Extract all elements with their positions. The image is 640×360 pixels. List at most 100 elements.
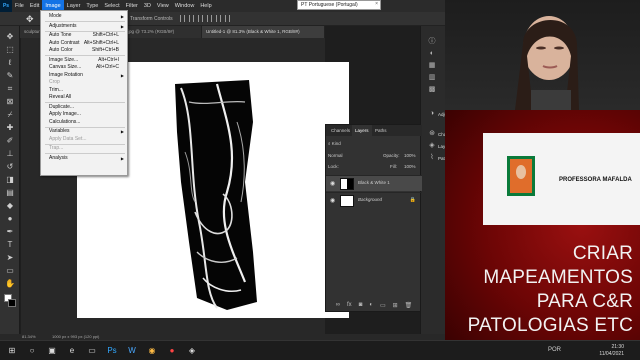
menu-item-auto-tone[interactable]: Auto Tone Shift+Ctrl+L [49, 32, 125, 39]
menu-item-variables[interactable]: Variables ▶ [49, 128, 125, 135]
zoom-level[interactable]: 81.34% [22, 334, 36, 339]
menu-item-canvas-size[interactable]: Canvas Size... Alt+Ctrl+C [49, 64, 125, 71]
adjustment-layer-icon[interactable]: ◐ [369, 302, 373, 308]
filter-kind-select[interactable]: Kind [332, 141, 341, 146]
marquee-icon[interactable]: ⬚ [5, 45, 15, 55]
channels-icon[interactable]: ⊛ [428, 130, 436, 138]
menu-item-auto-contrast[interactable]: Auto Contrast Alt+Shift+Ctrl+L [49, 40, 125, 47]
visibility-eye-icon[interactable]: ◉ [330, 180, 335, 187]
photoshop-taskbar-icon[interactable]: Ps [106, 345, 118, 357]
clone-stamp-icon[interactable]: ⊥ [5, 149, 15, 159]
group-icon[interactable]: ▭ [380, 302, 386, 309]
search-icon[interactable]: ○ [26, 345, 38, 357]
add-mask-icon[interactable]: ◙ [359, 302, 363, 308]
menu-item-trim[interactable]: Trim... [49, 87, 125, 94]
move-tool-icon[interactable]: ✥ [26, 14, 34, 25]
edge-icon[interactable]: e [66, 345, 78, 357]
menu-item-reveal-all[interactable]: Reveal All [49, 94, 125, 101]
link-layers-icon[interactable]: ∞ [336, 302, 340, 308]
paths-icon[interactable]: ⌇ [428, 154, 436, 162]
menu-item-duplicate[interactable]: Duplicate... [49, 104, 125, 111]
opacity-value[interactable]: 100% [404, 151, 416, 160]
recorder-icon[interactable]: ● [166, 345, 178, 357]
swatches-icon[interactable]: ▦ [428, 62, 436, 70]
tab-paths[interactable]: Paths [372, 125, 390, 136]
menu-help[interactable]: Help [197, 0, 214, 12]
menu-item-label: Analysis [49, 154, 68, 161]
align-bottom-icon[interactable] [225, 15, 230, 22]
delete-layer-icon[interactable]: 🗑 [405, 302, 413, 309]
menu-item-image-size[interactable]: Image Size... Alt+Ctrl+I [49, 57, 125, 64]
layer-filter-row[interactable]: ⌕ Kind [328, 139, 420, 148]
menu-item-apply-image[interactable]: Apply Image... [49, 111, 125, 118]
app-icon[interactable]: ◈ [186, 345, 198, 357]
adjustments-icon[interactable]: ◑ [428, 110, 436, 118]
align-top-icon[interactable] [207, 15, 212, 22]
dodge-icon[interactable]: ● [5, 214, 15, 224]
tab-untitled-1[interactable]: Untitled-1 @ 81.3% (Black & White 1, RGB… [202, 26, 325, 38]
menu-item-image-rotation[interactable]: Image Rotation ▶ [49, 72, 125, 79]
layers-icon[interactable]: ◈ [428, 142, 436, 150]
fx-icon[interactable]: fx [347, 302, 352, 308]
system-tray-language[interactable]: POR [548, 347, 561, 353]
blend-mode-select[interactable]: Normal [328, 153, 343, 158]
slide-title: CRIAR MAPEAMENTOS PARA C&R PATOLOGIAS ET… [445, 242, 640, 338]
gradient-icon[interactable]: ▤ [5, 188, 15, 198]
new-layer-icon[interactable]: ⊞ [393, 302, 398, 309]
submenu-arrow-icon: ▶ [120, 72, 124, 78]
eyedropper-icon[interactable]: ⌿ [5, 110, 15, 120]
menu-item-adjustments[interactable]: Adjustments ▶ [49, 23, 125, 30]
blur-icon[interactable]: ◆ [5, 201, 15, 211]
menu-item-mode[interactable]: Mode ▶ [49, 13, 125, 20]
quick-select-icon[interactable]: ✎ [5, 71, 15, 81]
align-left-icon[interactable] [180, 15, 185, 22]
history-brush-icon[interactable]: ↺ [5, 162, 15, 172]
gradients-icon[interactable]: ▥ [428, 74, 436, 82]
align-center-icon[interactable] [189, 15, 194, 22]
fill-value[interactable]: 100% [404, 162, 416, 171]
crop-icon[interactable]: ⌗ [5, 84, 15, 94]
menu-item-analysis[interactable]: Analysis ▶ [49, 155, 125, 162]
hand-icon[interactable]: ✋ [5, 279, 15, 289]
background-color-swatch[interactable] [8, 299, 16, 307]
visibility-eye-icon[interactable]: ◉ [330, 197, 335, 204]
file-explorer-icon[interactable]: ▭ [86, 345, 98, 357]
word-icon[interactable]: W [126, 345, 138, 357]
menu-file[interactable]: File [12, 0, 27, 12]
menu-item-calculations[interactable]: Calculations... [49, 119, 125, 126]
color-icon[interactable]: ◐ [428, 50, 436, 58]
tab-layers[interactable]: Layers [352, 125, 372, 136]
menu-item-label: Auto Tone [49, 32, 72, 38]
menu-3d[interactable]: 3D [141, 0, 154, 12]
chrome-icon[interactable]: ◉ [146, 345, 158, 357]
menu-view[interactable]: View [154, 0, 172, 12]
menu-window[interactable]: Window [172, 0, 198, 12]
move-icon[interactable]: ✥ [5, 32, 15, 42]
transform-controls-checkbox[interactable]: Transform Controls [130, 16, 173, 22]
eraser-icon[interactable]: ◨ [5, 175, 15, 185]
task-view-icon[interactable]: ▣ [46, 345, 58, 357]
layer-row-black-white[interactable]: ◉ Black & White 1 [326, 175, 422, 191]
menu-item-shortcut: Shift+Ctrl+B [92, 47, 119, 53]
healing-brush-icon[interactable]: ✚ [5, 123, 15, 133]
tab-channels[interactable]: Channels [328, 125, 353, 136]
info-icon[interactable]: ⓘ [428, 38, 436, 46]
taskbar-clock[interactable]: 21:30 11/04/2021 [599, 344, 624, 358]
patterns-icon[interactable]: ▩ [428, 86, 436, 94]
layer-row-background[interactable]: ◉ Background 🔒 [326, 192, 422, 208]
align-right-icon[interactable] [198, 15, 203, 22]
start-icon[interactable]: ⊞ [6, 345, 18, 357]
path-select-icon[interactable]: ➤ [5, 253, 15, 263]
shape-icon[interactable]: ▭ [5, 266, 15, 276]
brush-icon[interactable]: ✐ [5, 136, 15, 146]
pen-icon[interactable]: ✒ [5, 227, 15, 237]
menu-item-auto-color[interactable]: Auto Color Shift+Ctrl+B [49, 47, 125, 54]
type-icon[interactable]: T [5, 240, 15, 250]
menu-item-label: Calculations... [49, 118, 81, 125]
close-icon[interactable]: × [375, 1, 378, 7]
lasso-icon[interactable]: ℓ [5, 58, 15, 68]
photoshop-logo: Ps [0, 0, 12, 12]
translate-language-popup[interactable]: PT Portuguese (Portugal) × [297, 0, 381, 10]
frame-icon[interactable]: ⊠ [5, 97, 15, 107]
align-middle-icon[interactable] [216, 15, 221, 22]
